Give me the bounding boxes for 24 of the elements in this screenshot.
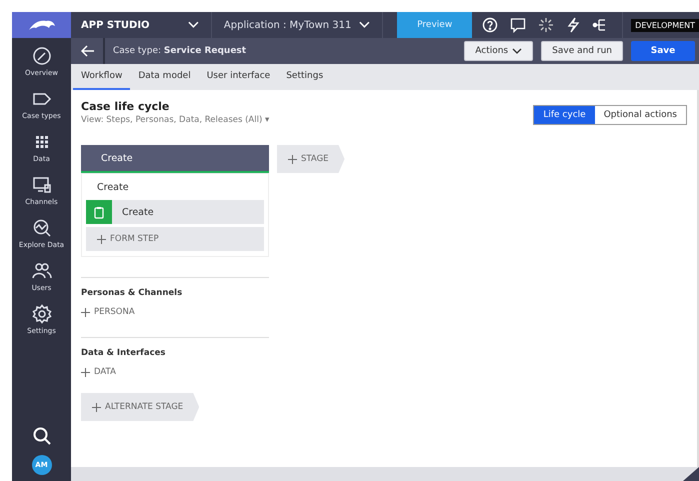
save-button[interactable]: Save [631, 41, 695, 61]
view-toggle-option[interactable]: Life cycle [534, 106, 595, 124]
environment-badge: DEVELOPMENT [631, 18, 699, 32]
tab[interactable]: User interface [198, 64, 278, 90]
tab[interactable]: Settings [278, 64, 332, 90]
section-heading: Data & Interfaces [81, 348, 166, 358]
step-item[interactable]: Create [86, 200, 264, 224]
section-title: Case life cycle [81, 100, 170, 113]
case-type-title: Case type: Service Request [113, 46, 246, 56]
studio-title: APP STUDIO [80, 20, 151, 30]
tab[interactable]: Data model [130, 64, 199, 90]
stage-header[interactable]: Create [81, 145, 269, 173]
tab[interactable]: Workflow [73, 64, 130, 90]
application-selector[interactable]: Application : MyTown 311 [216, 20, 352, 30]
add-link[interactable]: PERSONA [81, 307, 269, 317]
actions-menu-button[interactable]: Actions [464, 41, 534, 61]
add-alternate-stage-button[interactable]: ALTERNATE STAGE [81, 393, 200, 421]
view-filter[interactable]: View: Steps, Personas, Data, Releases (All) ▾ [81, 115, 270, 125]
section-heading: Personas & Channels [81, 288, 184, 298]
add-form-step-button[interactable]: FORM STEP [86, 227, 264, 251]
save-and-run-button[interactable]: Save and run [541, 41, 623, 61]
add-stage-button[interactable]: STAGE [277, 145, 345, 173]
process-name[interactable]: Create [86, 178, 264, 197]
add-link[interactable]: DATA [81, 367, 269, 377]
